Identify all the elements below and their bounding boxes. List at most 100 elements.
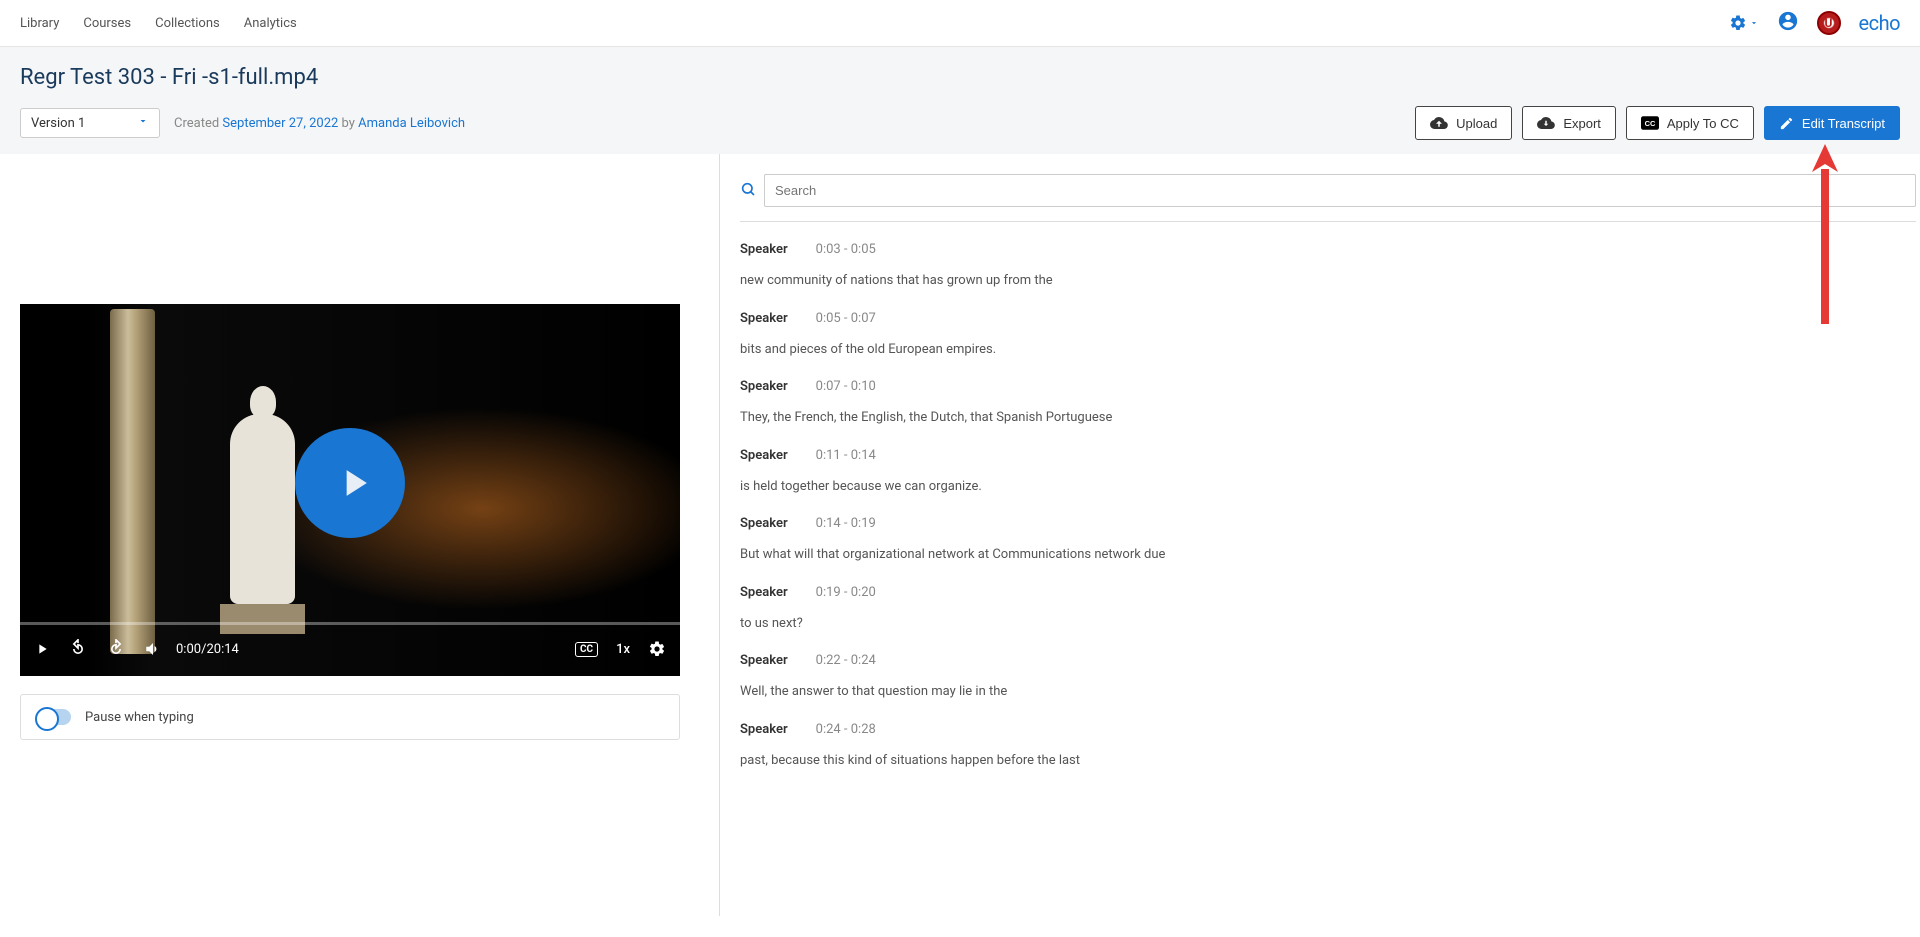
gear-icon bbox=[648, 640, 666, 658]
segment-time: 0:14 - 0:19 bbox=[816, 516, 876, 531]
search-icon bbox=[740, 181, 756, 201]
right-pane: Speaker 0:03 - 0:05 new community of natio… bbox=[720, 154, 1920, 916]
segment-text: to us next? bbox=[740, 614, 1910, 634]
rewind-icon bbox=[68, 639, 88, 659]
university-badge-icon[interactable]: U bbox=[1817, 11, 1841, 35]
left-pane: 0:00/20:14 CC 1x Pause when typing bbox=[0, 154, 720, 916]
apply-to-cc-button[interactable]: CC Apply To CC bbox=[1626, 106, 1754, 140]
segment-time: 0:22 - 0:24 bbox=[816, 653, 876, 668]
segment-time: 0:24 - 0:28 bbox=[816, 722, 876, 737]
transcript-segment[interactable]: Speaker 0:11 - 0:14 is held together becau… bbox=[740, 448, 1910, 497]
nav-link-library[interactable]: Library bbox=[20, 16, 59, 31]
segment-time: 0:19 - 0:20 bbox=[816, 585, 876, 600]
svg-text:CC: CC bbox=[1644, 119, 1655, 128]
segment-speaker: Speaker bbox=[740, 653, 788, 668]
segment-text: But what will that organizational networ… bbox=[740, 545, 1910, 565]
cc-icon: CC bbox=[1641, 116, 1659, 130]
transcript-segment[interactable]: Speaker 0:24 - 0:28 past, because this kin… bbox=[740, 722, 1910, 771]
segment-speaker: Speaker bbox=[740, 585, 788, 600]
settings-menu[interactable] bbox=[1729, 14, 1759, 32]
edit-transcript-button[interactable]: Edit Transcript bbox=[1764, 106, 1900, 140]
echo-logo[interactable]: echo bbox=[1859, 11, 1901, 35]
pause-toggle-label: Pause when typing bbox=[85, 710, 194, 725]
header-row: Version 1 Created September 27, 2022 by … bbox=[20, 106, 1900, 140]
video-decor-pillar bbox=[110, 309, 155, 654]
page-title: Regr Test 303 - Fri -s1-full.mp4 bbox=[20, 65, 1900, 90]
segment-time: 0:03 - 0:05 bbox=[816, 242, 876, 257]
chevron-down-icon bbox=[1749, 18, 1759, 28]
version-value: Version 1 bbox=[31, 116, 85, 131]
transcript-segment[interactable]: Speaker 0:19 - 0:20 to us next? bbox=[740, 585, 1910, 634]
volume-icon bbox=[144, 640, 162, 658]
play-button[interactable] bbox=[295, 428, 405, 538]
chevron-down-icon bbox=[137, 115, 149, 131]
forward-icon bbox=[106, 639, 126, 659]
segment-header: Speaker 0:24 - 0:28 bbox=[740, 722, 1910, 737]
segment-text: is held together because we can organize… bbox=[740, 477, 1910, 497]
video-decor-statue bbox=[220, 384, 305, 634]
rewind-control[interactable] bbox=[68, 639, 88, 659]
transcript-segment[interactable]: Speaker 0:03 - 0:05 new community of natio… bbox=[740, 242, 1910, 291]
segment-header: Speaker 0:19 - 0:20 bbox=[740, 585, 1910, 600]
transcript-segment[interactable]: Speaker 0:22 - 0:24 Well, the answer to th… bbox=[740, 653, 1910, 702]
nav-link-analytics[interactable]: Analytics bbox=[244, 16, 297, 31]
segment-text: Well, the answer to that question may li… bbox=[740, 682, 1910, 702]
cc-toggle[interactable]: CC bbox=[575, 642, 598, 657]
volume-control[interactable] bbox=[144, 640, 162, 658]
segment-time: 0:07 - 0:10 bbox=[816, 379, 876, 394]
pause-toggle[interactable] bbox=[37, 709, 71, 725]
transcript-segment[interactable]: Speaker 0:07 - 0:10 They, the French, the … bbox=[740, 379, 1910, 428]
gear-icon bbox=[1729, 14, 1747, 32]
top-nav: Library Courses Collections Analytics U … bbox=[0, 0, 1920, 47]
transcript-segment[interactable]: Speaker 0:14 - 0:19 But what will that org… bbox=[740, 516, 1910, 565]
search-row bbox=[740, 174, 1916, 222]
segment-time: 0:11 - 0:14 bbox=[816, 448, 876, 463]
settings-control[interactable] bbox=[648, 640, 666, 658]
header-left: Version 1 Created September 27, 2022 by … bbox=[20, 108, 465, 138]
version-select[interactable]: Version 1 bbox=[20, 108, 160, 138]
segment-time: 0:05 - 0:07 bbox=[816, 311, 876, 326]
search-input[interactable] bbox=[764, 174, 1916, 207]
segment-text: new community of nations that has grown … bbox=[740, 271, 1910, 291]
transcript-list[interactable]: Speaker 0:03 - 0:05 new community of natio… bbox=[740, 242, 1916, 896]
segment-header: Speaker0:05 - 0:07 bbox=[740, 311, 1910, 326]
segment-header: Speaker 0:22 - 0:24 bbox=[740, 653, 1910, 668]
segment-speaker: Speaker bbox=[740, 242, 788, 257]
play-icon bbox=[332, 461, 376, 505]
pause-when-typing-box: Pause when typing bbox=[20, 694, 680, 740]
video-player[interactable]: 0:00/20:14 CC 1x bbox=[20, 304, 680, 676]
segment-text: bits and pieces of the old European empi… bbox=[740, 340, 1910, 360]
nav-link-courses[interactable]: Courses bbox=[83, 16, 131, 31]
segment-header: Speaker 0:14 - 0:19 bbox=[740, 516, 1910, 531]
segment-header: Speaker 0:07 - 0:10 bbox=[740, 379, 1910, 394]
segment-text: past, because this kind of situations ha… bbox=[740, 751, 1910, 771]
header-right: Upload Export CC Apply To CC Edit Transc… bbox=[1415, 106, 1900, 140]
nav-left: Library Courses Collections Analytics bbox=[20, 16, 297, 31]
pencil-icon bbox=[1779, 116, 1794, 131]
play-icon bbox=[34, 641, 50, 657]
progress-track[interactable] bbox=[20, 622, 680, 625]
cloud-upload-icon bbox=[1430, 114, 1448, 132]
account-icon[interactable] bbox=[1777, 10, 1799, 36]
segment-text: They, the French, the English, the Dutch… bbox=[740, 408, 1910, 428]
playback-speed[interactable]: 1x bbox=[616, 642, 630, 657]
transcript-segment[interactable]: Speaker0:05 - 0:07 bits and pieces of the… bbox=[740, 311, 1910, 360]
header-bar: Regr Test 303 - Fri -s1-full.mp4 Version… bbox=[0, 47, 1920, 154]
forward-control[interactable] bbox=[106, 639, 126, 659]
segment-header: Speaker 0:03 - 0:05 bbox=[740, 242, 1910, 257]
created-meta: Created September 27, 2022 by Amanda Lei… bbox=[174, 116, 465, 131]
segment-speaker: Speaker bbox=[740, 516, 788, 531]
segment-speaker: Speaker bbox=[740, 722, 788, 737]
video-controls: 0:00/20:14 CC 1x bbox=[20, 622, 680, 676]
segment-speaker: Speaker bbox=[740, 448, 788, 463]
nav-link-collections[interactable]: Collections bbox=[155, 16, 220, 31]
upload-button[interactable]: Upload bbox=[1415, 106, 1512, 140]
time-display: 0:00/20:14 bbox=[176, 642, 239, 657]
play-control[interactable] bbox=[34, 641, 50, 657]
main-split: 0:00/20:14 CC 1x Pause when typing Speak… bbox=[0, 154, 1920, 916]
export-button[interactable]: Export bbox=[1522, 106, 1616, 140]
segment-speaker: Speaker bbox=[740, 379, 788, 394]
segment-header: Speaker 0:11 - 0:14 bbox=[740, 448, 1910, 463]
cloud-download-icon bbox=[1537, 114, 1555, 132]
nav-right: U echo bbox=[1729, 10, 1901, 36]
